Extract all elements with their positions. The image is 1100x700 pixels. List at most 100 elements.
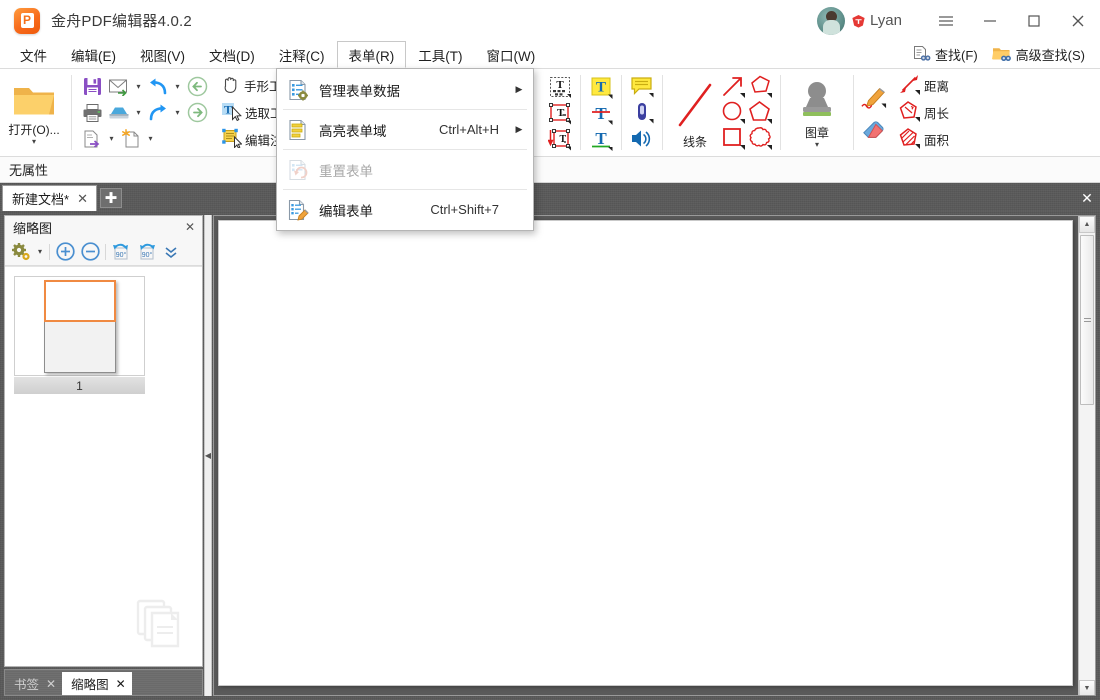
thumbnail-list[interactable]: 1 <box>5 266 202 666</box>
menu-view[interactable]: 视图(V) <box>128 41 197 68</box>
email-dropdown-caret[interactable]: ▾ <box>133 74 144 99</box>
export-button[interactable] <box>79 126 105 151</box>
print-button[interactable] <box>79 100 105 125</box>
undo-button[interactable] <box>145 74 171 99</box>
comment-bubble-icon[interactable] <box>629 74 655 99</box>
new-tab-button[interactable]: ✚ <box>99 188 122 208</box>
rotate-cw-90-icon[interactable]: 90° <box>134 240 158 264</box>
menu-file[interactable]: 文件 <box>8 41 59 68</box>
close-button[interactable] <box>1056 0 1100 41</box>
shape-grid <box>720 69 773 156</box>
maximize-button[interactable] <box>1012 0 1056 41</box>
rotate-ccw-90-icon[interactable]: 90° <box>109 240 133 264</box>
app-title: 金舟PDF编辑器4.0.2 <box>51 13 192 30</box>
menu-comment[interactable]: 注释(C) <box>267 41 337 68</box>
underline-text-icon[interactable]: T <box>588 126 614 151</box>
stamp-button[interactable]: 图章 ▾ <box>788 71 846 155</box>
attachment-clip-icon[interactable] <box>629 100 655 125</box>
rectangle-icon[interactable] <box>720 126 746 151</box>
email-button[interactable] <box>106 74 132 99</box>
eraser-icon[interactable] <box>861 114 887 144</box>
scroll-down-arrow[interactable]: ▼ <box>1079 680 1095 695</box>
scroll-up-arrow[interactable]: ▲ <box>1079 216 1095 233</box>
distance-button[interactable]: 距离 <box>895 73 952 99</box>
new-doc-button[interactable] <box>118 126 144 151</box>
line-tool-button[interactable]: 线条 <box>670 71 720 155</box>
zoom-in-thumb-icon[interactable] <box>53 240 77 264</box>
find-button[interactable]: 查找(F) <box>907 44 983 66</box>
strikethrough-text-icon[interactable]: T <box>588 100 614 125</box>
arrow-icon[interactable] <box>720 74 746 99</box>
thumbnail-panel-title: 缩略图 <box>13 220 53 236</box>
open-button-label: 打开(O)... <box>8 122 60 137</box>
close-all-tabs-button[interactable]: ✕ <box>1074 185 1100 211</box>
text-box-icon[interactable]: T <box>547 100 573 125</box>
more-chevrons-icon[interactable] <box>159 240 183 264</box>
menu-form[interactable]: 表单(R) <box>336 41 407 68</box>
cloud-shape-icon[interactable] <box>747 126 773 151</box>
document-page[interactable] <box>218 220 1073 686</box>
back-button[interactable] <box>184 74 210 99</box>
settings-caret-icon[interactable]: ▾ <box>34 240 46 264</box>
scrollbar-track[interactable] <box>1079 233 1095 680</box>
export-dropdown-caret[interactable]: ▾ <box>106 126 117 151</box>
collapse-panel-arrow-icon[interactable]: ◀ <box>205 451 211 460</box>
ribbon-group-shapes: 线条 <box>666 69 777 156</box>
svg-text:90°: 90° <box>115 251 126 259</box>
drop-text-field-icon[interactable]: T <box>547 126 573 151</box>
settings-gear-icon[interactable] <box>9 240 33 264</box>
app-menu-button[interactable] <box>924 0 968 41</box>
tab-thumbnails-close-icon[interactable]: ✕ <box>116 677 126 691</box>
avatar[interactable] <box>817 6 846 35</box>
perimeter-button[interactable]: 周长 <box>895 100 952 126</box>
polyline-icon[interactable] <box>747 74 773 99</box>
menu-edit[interactable]: 编辑(E) <box>59 41 128 68</box>
undo-dropdown-caret[interactable]: ▾ <box>172 74 183 99</box>
area-button[interactable]: 面积 <box>895 127 952 153</box>
advanced-find-button[interactable]: 高级查找(S) <box>987 44 1090 66</box>
pencil-icon[interactable] <box>861 82 887 112</box>
document-tab-bar: 新建文档* ✕ ✚ ✕ <box>0 183 1100 211</box>
menu-item-edit-form[interactable]: 编辑表单 Ctrl+Shift+7 <box>277 192 533 227</box>
highlight-text-icon[interactable]: T <box>588 74 614 99</box>
menu-window[interactable]: 窗口(W) <box>475 41 548 68</box>
open-button[interactable]: 打开(O)... ▾ <box>4 71 64 155</box>
document-tab[interactable]: 新建文档* ✕ <box>2 185 97 211</box>
scan-dropdown-caret[interactable]: ▾ <box>133 100 144 125</box>
save-button[interactable] <box>79 74 105 99</box>
ellipse-icon[interactable] <box>720 100 746 125</box>
tab-bookmarks[interactable]: 书签 ✕ <box>5 672 62 695</box>
menu-item-highlight-form-field[interactable]: 高亮表单域 Ctrl+Alt+H ▶ <box>277 112 533 147</box>
new-doc-dropdown-caret[interactable]: ▾ <box>145 126 156 151</box>
ribbon-group-markup: T T T <box>584 69 618 156</box>
panel-splitter[interactable]: ◀ <box>204 215 212 696</box>
area-icon <box>898 127 921 152</box>
menu-document[interactable]: 文档(D) <box>197 41 267 68</box>
stamp-caret[interactable]: ▾ <box>815 140 819 148</box>
open-button-caret[interactable]: ▾ <box>32 137 36 145</box>
menu-tools[interactable]: 工具(T) <box>406 41 474 68</box>
document-vertical-scrollbar[interactable]: ▲ ▼ <box>1078 216 1095 695</box>
pentagon-icon[interactable] <box>747 100 773 125</box>
menu-item-manage-form-data[interactable]: 管理表单数据 ▶ <box>277 72 533 107</box>
thumbnail-item[interactable] <box>14 276 145 376</box>
distance-label: 距离 <box>924 80 950 94</box>
minimize-button[interactable] <box>968 0 1012 41</box>
user-name[interactable]: Lyan <box>870 12 902 29</box>
zoom-out-thumb-icon[interactable] <box>78 240 102 264</box>
scan-button[interactable] <box>106 100 132 125</box>
forward-button[interactable] <box>184 100 210 125</box>
scrollbar-thumb[interactable] <box>1080 235 1094 405</box>
redo-button[interactable] <box>145 100 171 125</box>
thumbnail-panel: 缩略图 ✕ ▾ 90° 90° 1 <box>4 215 203 667</box>
document-view[interactable]: ▲ ▼ <box>213 215 1096 696</box>
tab-bookmarks-close-icon[interactable]: ✕ <box>46 677 56 691</box>
svg-text:T: T <box>595 129 607 148</box>
folder-open-icon <box>12 83 56 122</box>
tab-thumbnails[interactable]: 缩略图 ✕ <box>62 672 132 695</box>
thumbnail-panel-close-icon[interactable]: ✕ <box>182 220 198 234</box>
redo-dropdown-caret[interactable]: ▾ <box>172 100 183 125</box>
document-tab-close-icon[interactable]: ✕ <box>75 191 90 207</box>
text-field-icon[interactable]: T <box>547 74 573 99</box>
audio-speaker-icon[interactable] <box>629 126 655 151</box>
